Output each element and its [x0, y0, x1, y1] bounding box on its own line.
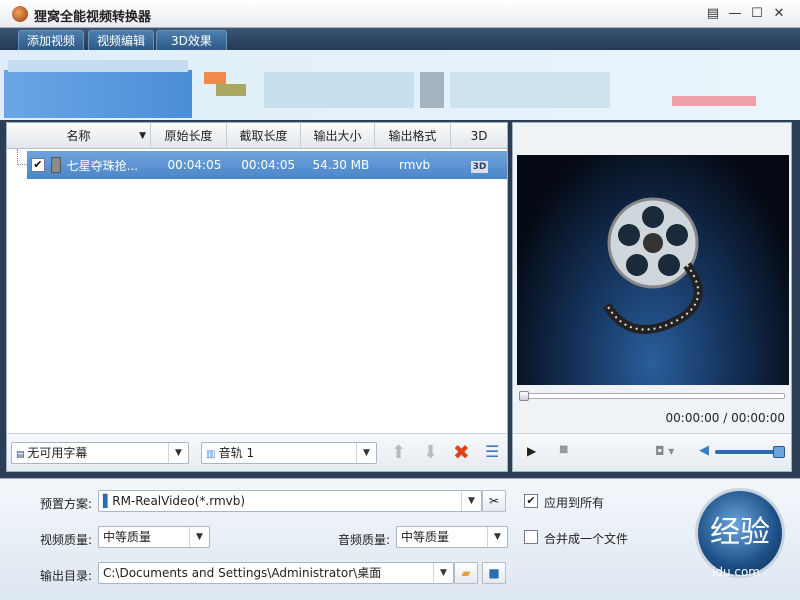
- output-settings: 预置方案: ▌RM-RealVideo(*.rmvb) ▼ ✂ 视频质量: 中等质…: [0, 478, 800, 600]
- close-button[interactable]: ✕: [770, 5, 788, 23]
- preset-select[interactable]: ▌RM-RealVideo(*.rmvb) ▼: [98, 490, 482, 512]
- minimize-button[interactable]: —: [726, 5, 744, 23]
- preset-value: RM-RealVideo(*.rmvb): [112, 494, 246, 508]
- chevron-down-icon: ▼: [189, 527, 209, 547]
- delete-icon[interactable]: ✖: [453, 440, 470, 464]
- output-dir-select[interactable]: C:\Documents and Settings\Administrator\…: [98, 562, 454, 584]
- volume-icon[interactable]: ◀: [699, 443, 709, 458]
- browse-folder-icon[interactable]: ■: [482, 562, 506, 584]
- audio-quality-value: 中等质量: [401, 530, 450, 544]
- banner-ad: [0, 50, 800, 120]
- snapshot-camera-icon[interactable]: ◘ ▾: [655, 444, 674, 458]
- audio-bars-icon: ▥: [206, 449, 219, 460]
- watermark-text: 经验: [710, 515, 770, 550]
- play-icon[interactable]: ▶: [527, 444, 536, 458]
- column-3d[interactable]: 3D: [451, 123, 507, 148]
- subtitle-icon: ▤: [16, 450, 28, 460]
- preset-format-icon: ▌: [103, 494, 113, 508]
- audio-track-value: 音轨 1: [218, 446, 255, 460]
- window-title: 狸窝全能视频转换器: [34, 10, 152, 25]
- column-output-format[interactable]: 输出格式: [375, 123, 451, 148]
- merge-checkbox[interactable]: [524, 530, 538, 544]
- tab-video-edit[interactable]: 视频编辑: [88, 30, 155, 50]
- preset-settings-tools-icon[interactable]: ✂: [482, 490, 506, 512]
- video-quality-select[interactable]: 中等质量 ▼: [98, 526, 210, 548]
- output-dir-value: C:\Documents and Settings\Administrator\…: [103, 566, 382, 580]
- file-list-panel: 名称 ▼ 原始长度 截取长度 输出大小 输出格式 3D ✔ 七星夺珠抢... 00…: [6, 122, 508, 472]
- film-icon: [50, 157, 61, 173]
- subtitle-value: 无可用字幕: [27, 446, 88, 460]
- row-checkbox[interactable]: ✔: [31, 158, 45, 172]
- output-dir-label: 输出目录:: [40, 569, 93, 583]
- open-folder-icon[interactable]: ▰: [454, 562, 478, 584]
- move-up-icon[interactable]: ⬆: [391, 442, 406, 463]
- tab-3d-effect[interactable]: 3D效果: [156, 30, 227, 50]
- subtitle-select[interactable]: ▤ 无可用字幕 ▼: [11, 442, 189, 464]
- apply-all-label: 应用到所有: [544, 496, 605, 510]
- clear-list-icon[interactable]: ☰: [485, 442, 499, 461]
- audio-track-select[interactable]: ▥ 音轨 1 ▼: [201, 442, 377, 464]
- seek-thumb[interactable]: [519, 391, 529, 401]
- menu-button[interactable]: ▤: [704, 5, 722, 23]
- app-logo-icon: [12, 6, 28, 22]
- video-preview: [517, 155, 789, 385]
- list-header: 名称 ▼ 原始长度 截取长度 输出大小 输出格式 3D: [7, 123, 507, 149]
- chevron-down-icon: ▼: [433, 563, 453, 583]
- volume-slider[interactable]: [715, 446, 785, 458]
- watermark-subtext: idu.com: [712, 565, 760, 579]
- video-quality-label: 视频质量:: [40, 533, 93, 547]
- merge-label: 合并成一个文件: [544, 532, 629, 546]
- film-reel-icon: [603, 197, 703, 334]
- volume-thumb[interactable]: [773, 446, 785, 458]
- chevron-down-icon: ▼: [168, 443, 188, 463]
- output-size: 54.30 MB: [312, 158, 370, 172]
- player-controls: ▶ ■ ◘ ▾ ◀: [513, 433, 791, 471]
- title-bar: 狸窝全能视频转换器 ▤ — ☐ ✕: [0, 0, 800, 28]
- file-name: 七星夺珠抢...: [66, 158, 139, 173]
- column-original-length[interactable]: 原始长度: [151, 123, 227, 148]
- stop-icon[interactable]: ■: [559, 444, 568, 455]
- move-down-icon[interactable]: ⬇: [423, 442, 438, 463]
- preview-panel: 00:00:00 / 00:00:00 ▶ ■ ◘ ▾ ◀: [512, 122, 792, 472]
- original-length: 00:04:05: [167, 158, 222, 172]
- video-quality-value: 中等质量: [103, 530, 152, 544]
- apply-all-checkbox[interactable]: ✔: [524, 494, 538, 508]
- table-row[interactable]: ✔ 七星夺珠抢... 00:04:05 00:04:05 54.30 MB rm…: [27, 151, 507, 179]
- time-display: 00:00:00 / 00:00:00: [665, 411, 785, 425]
- seek-slider[interactable]: [519, 391, 785, 401]
- audio-quality-select[interactable]: 中等质量 ▼: [396, 526, 508, 548]
- audio-quality-label: 音频质量:: [338, 533, 391, 547]
- column-label: 名称: [66, 129, 91, 143]
- tab-add-video[interactable]: 添加视频: [18, 30, 85, 50]
- 3d-icon[interactable]: 3D: [470, 161, 489, 173]
- sort-down-icon: ▼: [139, 131, 146, 141]
- chevron-down-icon: ▼: [487, 527, 507, 547]
- chevron-down-icon: ▼: [461, 491, 481, 511]
- clip-length: 00:04:05: [241, 158, 296, 172]
- column-name[interactable]: 名称 ▼: [7, 123, 151, 148]
- output-format: rmvb: [399, 158, 431, 172]
- list-toolbar: ▤ 无可用字幕 ▼ ▥ 音轨 1 ▼ ⬆ ⬇ ✖ ☰: [7, 433, 507, 471]
- column-output-size[interactable]: 输出大小: [301, 123, 375, 148]
- tab-bar: 添加视频 视频编辑 3D效果: [0, 28, 800, 74]
- maximize-button[interactable]: ☐: [748, 5, 766, 23]
- column-clip-length[interactable]: 截取长度: [227, 123, 301, 148]
- preset-label: 预置方案:: [40, 497, 93, 511]
- chevron-down-icon: ▼: [356, 443, 376, 463]
- tree-line: [17, 149, 27, 165]
